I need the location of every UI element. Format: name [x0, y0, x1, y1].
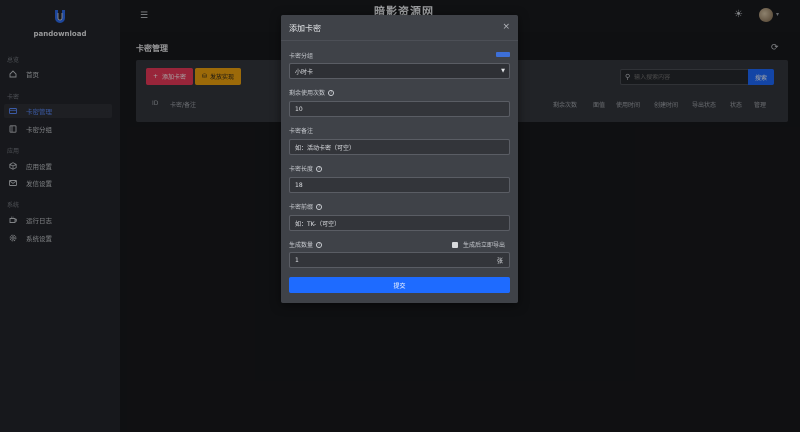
submit-button[interactable]: 提交 — [289, 277, 510, 293]
add-card-modal: 添加卡密 × 卡密分组 小时卡 ▼ 剩余使用次数 ? 10 卡密备注 如：活动卡… — [281, 15, 518, 303]
group-select[interactable]: 小时卡 ▼ — [289, 63, 510, 79]
close-icon[interactable]: × — [502, 22, 510, 32]
help-icon[interactable]: ? — [316, 241, 323, 248]
uses-label: 剩余使用次数 ? — [289, 88, 335, 97]
help-icon[interactable]: ? — [316, 203, 323, 210]
prefix-label-text: 卡密前缀 — [289, 204, 314, 211]
caret-down-icon: ▼ — [501, 68, 505, 74]
manage-group-link[interactable] — [496, 52, 510, 57]
group-select-value: 小时卡 — [295, 68, 314, 76]
help-icon[interactable]: ? — [328, 89, 335, 96]
export-checkbox[interactable]: 生成后立即导出 — [452, 240, 505, 249]
count-unit: 张 — [491, 252, 510, 268]
length-input-value: 18 — [295, 181, 303, 189]
export-checkbox-label: 生成后立即导出 — [463, 242, 506, 249]
count-input[interactable]: 1 — [289, 252, 492, 268]
group-label: 卡密分组 — [289, 51, 313, 60]
count-label: 生成数量 ? — [289, 240, 323, 249]
prefix-input-placeholder: 如：TK-（可空） — [295, 220, 341, 228]
group-label-text: 卡密分组 — [289, 53, 314, 60]
note-label: 卡密备注 — [289, 126, 313, 135]
length-input[interactable]: 18 — [289, 177, 510, 193]
note-input-placeholder: 如：活动卡密（可空） — [295, 144, 356, 152]
note-input[interactable]: 如：活动卡密（可空） — [289, 139, 510, 155]
checkbox-box[interactable] — [452, 241, 458, 248]
prefix-input[interactable]: 如：TK-（可空） — [289, 215, 510, 231]
uses-label-text: 剩余使用次数 — [289, 90, 326, 97]
modal-header: 添加卡密 × — [281, 15, 518, 41]
note-label-text: 卡密备注 — [289, 128, 314, 135]
help-icon[interactable]: ? — [316, 165, 323, 172]
count-label-text: 生成数量 — [289, 242, 314, 249]
prefix-label: 卡密前缀 ? — [289, 202, 323, 211]
count-input-value: 1 — [295, 256, 299, 264]
length-label-text: 卡密长度 — [289, 166, 314, 173]
uses-input-value: 10 — [295, 105, 303, 113]
modal-title: 添加卡密 — [289, 24, 321, 33]
uses-input[interactable]: 10 — [289, 101, 510, 117]
length-label: 卡密长度 ? — [289, 164, 323, 173]
